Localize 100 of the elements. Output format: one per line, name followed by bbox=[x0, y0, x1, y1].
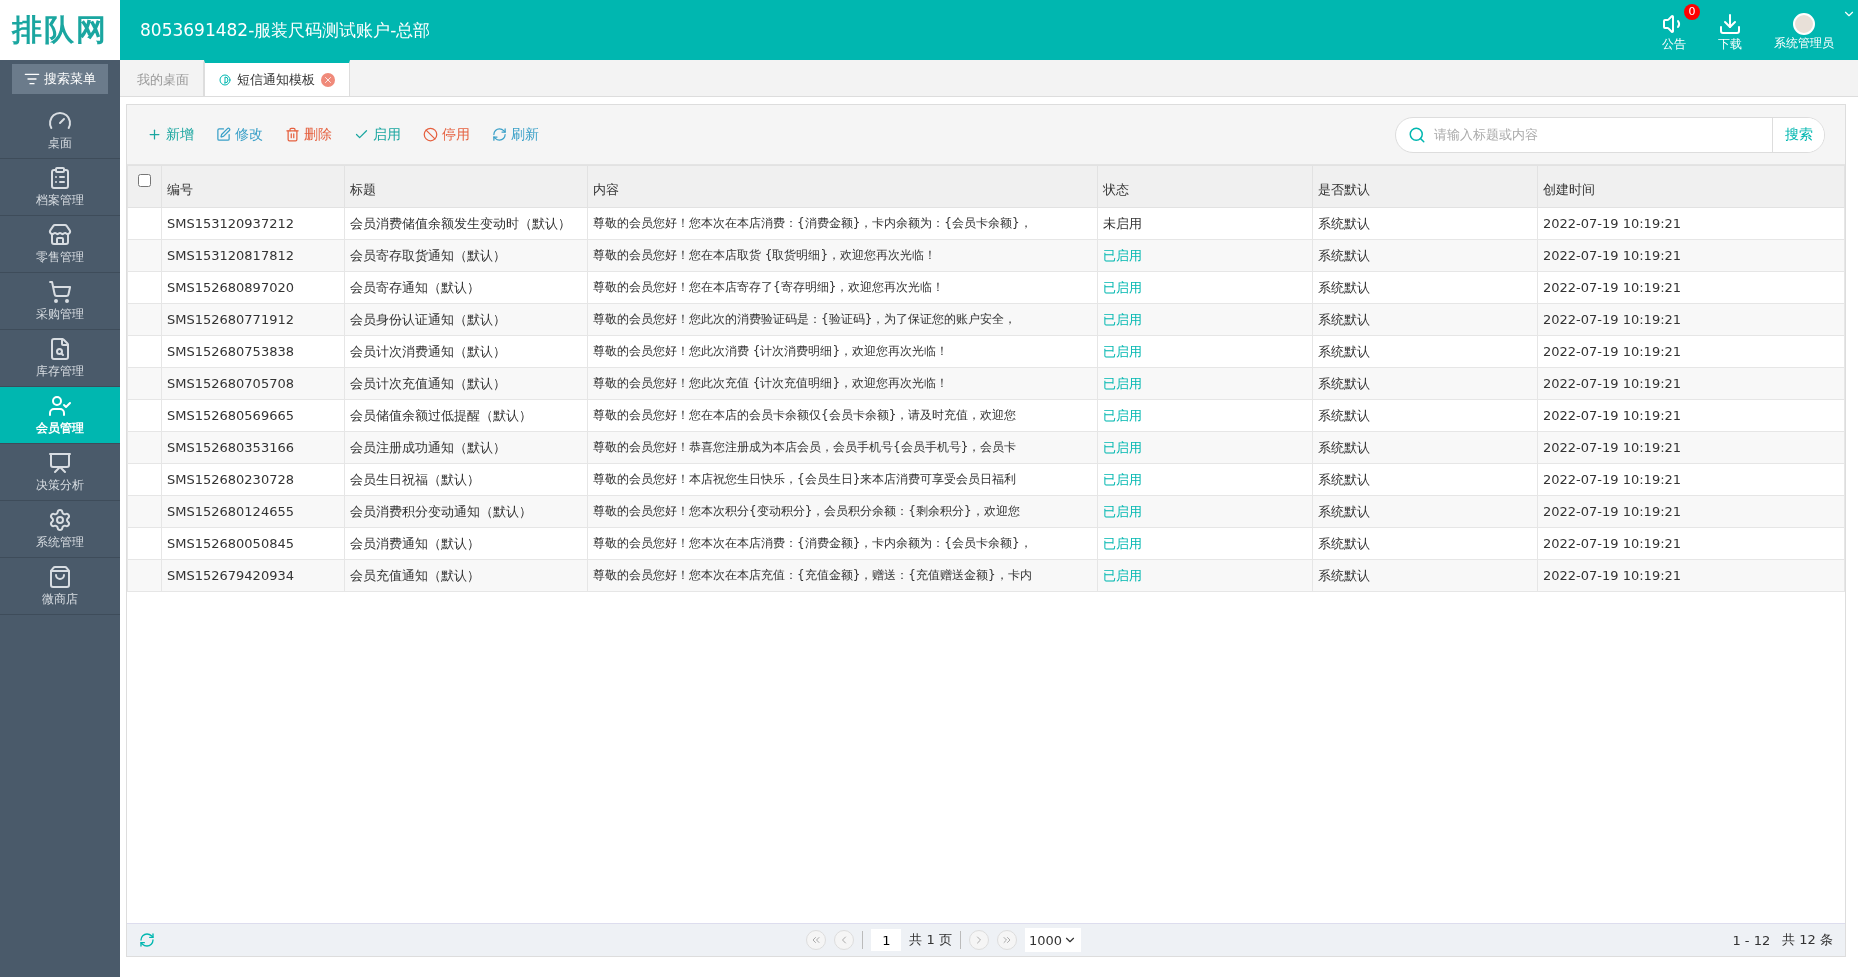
page-size-select[interactable]: 1000 bbox=[1024, 928, 1081, 952]
status-cell: 已启用 bbox=[1097, 335, 1313, 368]
table-cell: SMS152680569665 bbox=[161, 399, 345, 432]
table-cell: 系统默认 bbox=[1312, 431, 1538, 464]
status-cell: 已启用 bbox=[1097, 431, 1313, 464]
table-cell: 尊敬的会员您好！您此次消费 {计次消费明细}，欢迎您再次光临！ bbox=[587, 335, 1098, 368]
table-cell: 2022-07-19 10:19:21 bbox=[1537, 495, 1845, 528]
table-cell: 系统默认 bbox=[1312, 527, 1538, 560]
page-count: 共 1 页 bbox=[909, 931, 952, 949]
table-cell: 系统默认 bbox=[1312, 335, 1538, 368]
status-cell: 已启用 bbox=[1097, 463, 1313, 496]
table-cell: 系统默认 bbox=[1312, 399, 1538, 432]
add-button[interactable]: 新增 bbox=[147, 125, 194, 144]
table-cell: 会员身份认证通知（默认） bbox=[344, 303, 588, 336]
table-cell: 尊敬的会员您好！您此次的消费验证码是：{验证码}，为了保证您的账户安全， bbox=[587, 303, 1098, 336]
delete-button[interactable]: 删除 bbox=[285, 125, 332, 144]
double-chevron-right-icon bbox=[1000, 934, 1013, 946]
table-cell: 会员消费储值余额发生变动时（默认） bbox=[344, 207, 588, 240]
table-cell: 2022-07-19 10:19:21 bbox=[1537, 527, 1845, 560]
table-cell: 会员消费积分变动通知（默认） bbox=[344, 495, 588, 528]
clipboard-icon bbox=[48, 165, 72, 190]
table-cell: 2022-07-19 10:19:21 bbox=[1537, 399, 1845, 432]
table-cell: 会员充值通知（默认） bbox=[344, 559, 588, 592]
store-icon bbox=[48, 222, 72, 247]
table-cell: 尊敬的会员您好！您本次在本店消费：{消费金额}，卡内余额为：{会员卡余额}， bbox=[587, 207, 1098, 240]
status-cell: 已启用 bbox=[1097, 495, 1313, 528]
plus-icon bbox=[147, 127, 162, 142]
column-header: 标题 bbox=[344, 165, 588, 208]
status-cell: 已启用 bbox=[1097, 399, 1313, 432]
table-cell: 系统默认 bbox=[1312, 239, 1538, 272]
enable-button[interactable]: 启用 bbox=[354, 125, 401, 144]
refresh-button[interactable]: 刷新 bbox=[492, 125, 539, 144]
refresh-icon[interactable] bbox=[139, 932, 155, 948]
table-cell: SMS152680230728 bbox=[161, 463, 345, 496]
table-cell: SMS152680124655 bbox=[161, 495, 345, 528]
user-menu[interactable]: 系统管理员 bbox=[1758, 4, 1850, 56]
next-page-button[interactable] bbox=[968, 930, 989, 950]
table-cell: 2022-07-19 10:19:21 bbox=[1537, 431, 1845, 464]
document-search-icon bbox=[48, 336, 72, 361]
table-cell: 会员计次充值通知（默认） bbox=[344, 367, 588, 400]
sidebar-item[interactable]: 会员管理 bbox=[0, 387, 120, 444]
table-cell: 系统默认 bbox=[1312, 367, 1538, 400]
half-circle-icon bbox=[219, 73, 231, 86]
search-button[interactable]: 搜索 bbox=[1772, 117, 1824, 152]
table-cell: SMS152679420934 bbox=[161, 559, 345, 592]
table-cell: 2022-07-19 10:19:21 bbox=[1537, 559, 1845, 592]
table-cell: 系统默认 bbox=[1312, 463, 1538, 496]
bag-icon bbox=[48, 564, 72, 589]
notification-badge: 0 bbox=[1684, 3, 1700, 20]
column-header: 状态 bbox=[1097, 165, 1313, 208]
download-button[interactable]: 下载 bbox=[1702, 3, 1758, 57]
table-cell: 会员消费通知（默认） bbox=[344, 527, 588, 560]
table-cell: 系统默认 bbox=[1312, 495, 1538, 528]
table-cell: 系统默认 bbox=[1312, 303, 1538, 336]
table-cell: 会员注册成功通知（默认） bbox=[344, 431, 588, 464]
record-range: 1 - 12 bbox=[1732, 932, 1771, 948]
table-cell: SMS152680753838 bbox=[161, 335, 345, 368]
table-cell: 系统默认 bbox=[1312, 207, 1538, 240]
tab[interactable]: 短信通知模板 bbox=[204, 60, 350, 96]
menu-search-button[interactable]: 搜索菜单 bbox=[12, 64, 108, 94]
user-check-icon bbox=[48, 393, 72, 418]
table-cell: 会员储值余额过低提醒（默认） bbox=[344, 399, 588, 432]
table-cell: 尊敬的会员您好！恭喜您注册成为本店会员，会员手机号{会员手机号}，会员卡 bbox=[587, 431, 1098, 464]
search-field[interactable]: 请输入标题或内容 搜索 bbox=[1395, 116, 1825, 153]
status-cell: 未启用 bbox=[1097, 207, 1313, 240]
notice-button[interactable]: 公告 0 bbox=[1646, 3, 1702, 57]
table-cell: 2022-07-19 10:19:21 bbox=[1537, 239, 1845, 272]
chart-board-icon bbox=[48, 450, 72, 475]
table-cell: 尊敬的会员您好！您在本店寄存了{寄存明细}，欢迎您再次光临！ bbox=[587, 271, 1098, 304]
double-chevron-left-icon bbox=[810, 934, 823, 946]
table-cell: SMS153120817812 bbox=[161, 239, 345, 272]
last-page-button[interactable] bbox=[996, 930, 1017, 950]
status-cell: 已启用 bbox=[1097, 303, 1313, 336]
edit-button[interactable]: 修改 bbox=[216, 125, 263, 144]
column-header: 内容 bbox=[587, 165, 1098, 208]
table-cell: 尊敬的会员您好！您此次充值 {计次充值明细}，欢迎您再次光临！ bbox=[587, 367, 1098, 400]
first-page-button[interactable] bbox=[806, 930, 827, 950]
record-total: 共 12 条 bbox=[1782, 931, 1833, 949]
cart-icon bbox=[48, 279, 72, 304]
status-cell: 已启用 bbox=[1097, 527, 1313, 560]
table-cell: 尊敬的会员您好！本店祝您生日快乐，{会员生日}来本店消费可享受会员日福利 bbox=[587, 463, 1098, 496]
column-header: 编号 bbox=[161, 165, 345, 208]
status-cell: 已启用 bbox=[1097, 367, 1313, 400]
disable-button[interactable]: 停用 bbox=[423, 125, 470, 144]
status-cell: 已启用 bbox=[1097, 239, 1313, 272]
ban-icon bbox=[423, 127, 438, 142]
table-cell: 系统默认 bbox=[1312, 271, 1538, 304]
table-cell: 2022-07-19 10:19:21 bbox=[1537, 335, 1845, 368]
account-title: 8053691482-服装尺码测试账户-总部 bbox=[140, 18, 432, 42]
table-cell: 2022-07-19 10:19:21 bbox=[1537, 271, 1845, 304]
table-cell: SMS152680050845 bbox=[161, 527, 345, 560]
table-cell: SMS153120937212 bbox=[161, 207, 345, 240]
select-all-checkbox[interactable] bbox=[138, 174, 151, 187]
table-cell: 尊敬的会员您好！您在本店的会员卡余额仅{会员卡余额}，请及时充值，欢迎您 bbox=[587, 399, 1098, 432]
prev-page-button[interactable] bbox=[834, 930, 855, 950]
table-cell: SMS152680353166 bbox=[161, 431, 345, 464]
table-cell: 尊敬的会员您好！您在本店取货 {取货明细}，欢迎您再次光临！ bbox=[587, 239, 1098, 272]
download-icon bbox=[1718, 11, 1742, 36]
page-input[interactable]: 1 bbox=[871, 929, 902, 951]
status-cell: 已启用 bbox=[1097, 271, 1313, 304]
